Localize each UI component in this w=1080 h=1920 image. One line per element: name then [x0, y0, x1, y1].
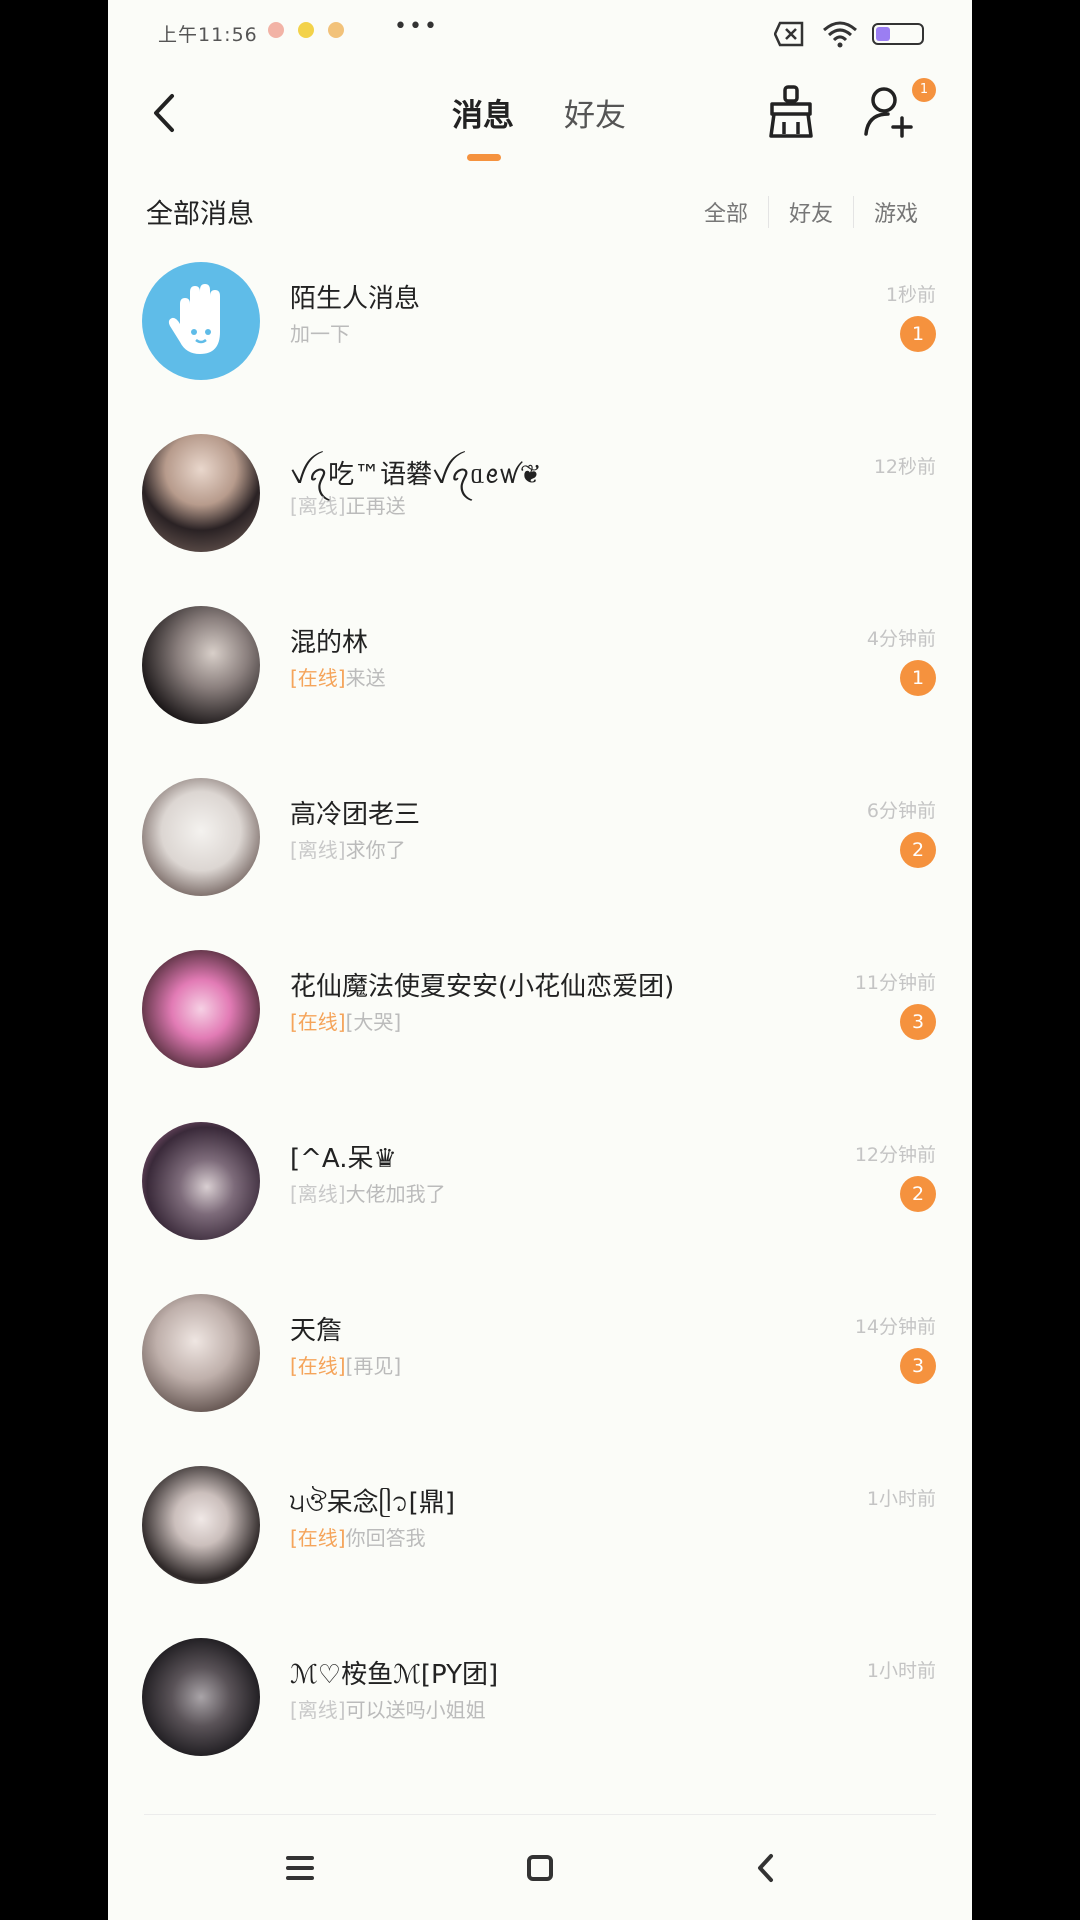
unread-badge: 2 [900, 1176, 936, 1212]
status-bar: 上午11:56 ••• [108, 0, 972, 64]
section-title: 全部消息 [146, 199, 254, 230]
conversation-name: ℳ♡桉鱼ℳ[PY团] [290, 1660, 499, 1690]
notification-icon-1 [268, 22, 284, 38]
last-message: 正再送 [345, 494, 406, 518]
tab-messages[interactable]: 消息 [452, 90, 514, 135]
hand-icon [168, 284, 220, 354]
notification-icon-2 [298, 22, 314, 38]
online-status: [离线] [290, 494, 346, 518]
conversation-item[interactable]: ੫ঔ呆念ᥫ᭡[鼎] [在线]你回答我 1小时前 [108, 1462, 972, 1634]
wifi-icon [823, 21, 857, 48]
avatar [142, 1466, 260, 1584]
online-status: [在线] [290, 1354, 346, 1378]
message-time: 1小时前 [866, 1660, 936, 1682]
online-status: [离线] [290, 838, 346, 862]
top-bar: 消息 好友 [108, 64, 972, 174]
last-message: [再见] [345, 1354, 402, 1378]
message-time: 11分钟前 [854, 972, 936, 994]
conversation-preview: [在线]来送 [290, 662, 386, 691]
conversation-preview: [离线]求你了 [290, 834, 406, 863]
conversation-preview: [在线][再见] [290, 1350, 401, 1379]
battery-icon [872, 23, 924, 45]
unread-badge: 3 [900, 1348, 936, 1384]
conversation-item[interactable]: 混的林 [在线]来送 4分钟前 1 [108, 602, 972, 774]
conversation-preview: [离线]可以送吗小姐姐 [290, 1694, 486, 1723]
conversation-name: 高冷团老三 [290, 800, 421, 830]
message-time: 12秒前 [873, 456, 936, 478]
home-square-icon[interactable] [510, 1846, 570, 1890]
online-status: [离线] [290, 1698, 346, 1722]
back-button[interactable] [144, 88, 184, 138]
unread-badge: 2 [900, 832, 936, 868]
message-time: 1小时前 [866, 1488, 936, 1510]
broom-icon[interactable] [766, 84, 816, 140]
add-user-icon[interactable] [862, 84, 918, 140]
message-time: 6分钟前 [866, 800, 936, 822]
unread-badge: 3 [900, 1004, 936, 1040]
tab-friends[interactable]: 好友 [564, 90, 626, 135]
online-status: [在线] [290, 666, 346, 690]
avatar [142, 1122, 260, 1240]
unread-badge: 1 [900, 660, 936, 696]
conversation-item[interactable]: 天詹 [在线][再见] 14分钟前 3 [108, 1290, 972, 1462]
conversation-preview: [在线]你回答我 [290, 1522, 426, 1551]
avatar [142, 950, 260, 1068]
conversation-name: 陌生人消息 [290, 284, 421, 314]
message-time: 14分钟前 [854, 1316, 936, 1338]
menu-icon[interactable] [270, 1846, 330, 1890]
message-time: 1秒前 [885, 284, 936, 306]
conversation-name: [^A.呆♛ [290, 1144, 397, 1174]
online-status: [在线] [290, 1526, 346, 1550]
status-time: 上午11:56 [158, 24, 258, 46]
conversation-preview: [在线][大哭] [290, 1006, 401, 1035]
avatar [142, 1638, 260, 1756]
status-right [774, 20, 924, 48]
conversation-item[interactable]: ꪜꪖ吃™语礬ꪜꪖᥲꫀꪝ❦ [离线]正再送 12秒前 [108, 430, 972, 602]
conversation-item[interactable]: 陌生人消息 加一下 1秒前 1 [108, 258, 972, 430]
phone-screen: 上午11:56 ••• 消息 好友 1 全部消息 全部 好友 游戏 陌生人消息 … [108, 0, 972, 1920]
online-status: [在线] [290, 1010, 346, 1034]
stranger-avatar [142, 262, 260, 380]
conversation-item[interactable]: 高冷团老三 [离线]求你了 6分钟前 2 [108, 774, 972, 946]
unread-badge: 1 [900, 316, 936, 352]
last-message: 加一下 [290, 322, 350, 346]
conversation-item[interactable]: ℳ♡桉鱼ℳ[PY团] [离线]可以送吗小姐姐 1小时前 [108, 1634, 972, 1806]
last-message: [大哭] [345, 1010, 402, 1034]
conversation-name: 天詹 [290, 1316, 343, 1346]
conversation-name: 混的林 [290, 628, 369, 658]
avatar [142, 606, 260, 724]
conversation-item[interactable]: [^A.呆♛ [离线]大佬加我了 12分钟前 2 [108, 1118, 972, 1290]
filter-all[interactable]: 全部 [684, 196, 768, 228]
add-friend-badge: 1 [912, 78, 936, 102]
filter-games[interactable]: 游戏 [852, 196, 938, 228]
sim-error-icon [774, 21, 804, 47]
last-message: 大佬加我了 [345, 1182, 446, 1206]
avatar [142, 778, 260, 896]
online-status: [离线] [290, 1182, 346, 1206]
more-notifications-icon: ••• [394, 14, 439, 39]
back-arrow-icon[interactable] [736, 1846, 796, 1890]
message-time: 12分钟前 [854, 1144, 936, 1166]
conversation-preview: [离线]大佬加我了 [290, 1178, 446, 1207]
notification-icons [268, 22, 344, 38]
bottom-divider [144, 1814, 936, 1815]
message-time: 4分钟前 [866, 628, 936, 650]
last-message: 可以送吗小姐姐 [345, 1698, 486, 1722]
conversation-list: 陌生人消息 加一下 1秒前 1 ꪜꪖ吃™语礬ꪜꪖᥲꫀꪝ❦ [离线]正再送 12秒… [108, 258, 972, 1806]
conversation-name: 花仙魔法使夏安安(小花仙恋爱团) [290, 972, 675, 1002]
last-message: 求你了 [345, 838, 406, 862]
active-tab-indicator [467, 154, 501, 161]
avatar [142, 434, 260, 552]
conversation-preview: [离线]正再送 [290, 490, 406, 519]
conversation-preview: 加一下 [290, 318, 350, 347]
conversation-item[interactable]: 花仙魔法使夏安安(小花仙恋爱团) [在线][大哭] 11分钟前 3 [108, 946, 972, 1118]
last-message: 你回答我 [345, 1526, 426, 1550]
notification-icon-3 [328, 22, 344, 38]
last-message: 来送 [345, 666, 386, 690]
message-filters: 全部 好友 游戏 [684, 196, 938, 228]
filter-friends[interactable]: 好友 [767, 196, 853, 228]
avatar [142, 1294, 260, 1412]
